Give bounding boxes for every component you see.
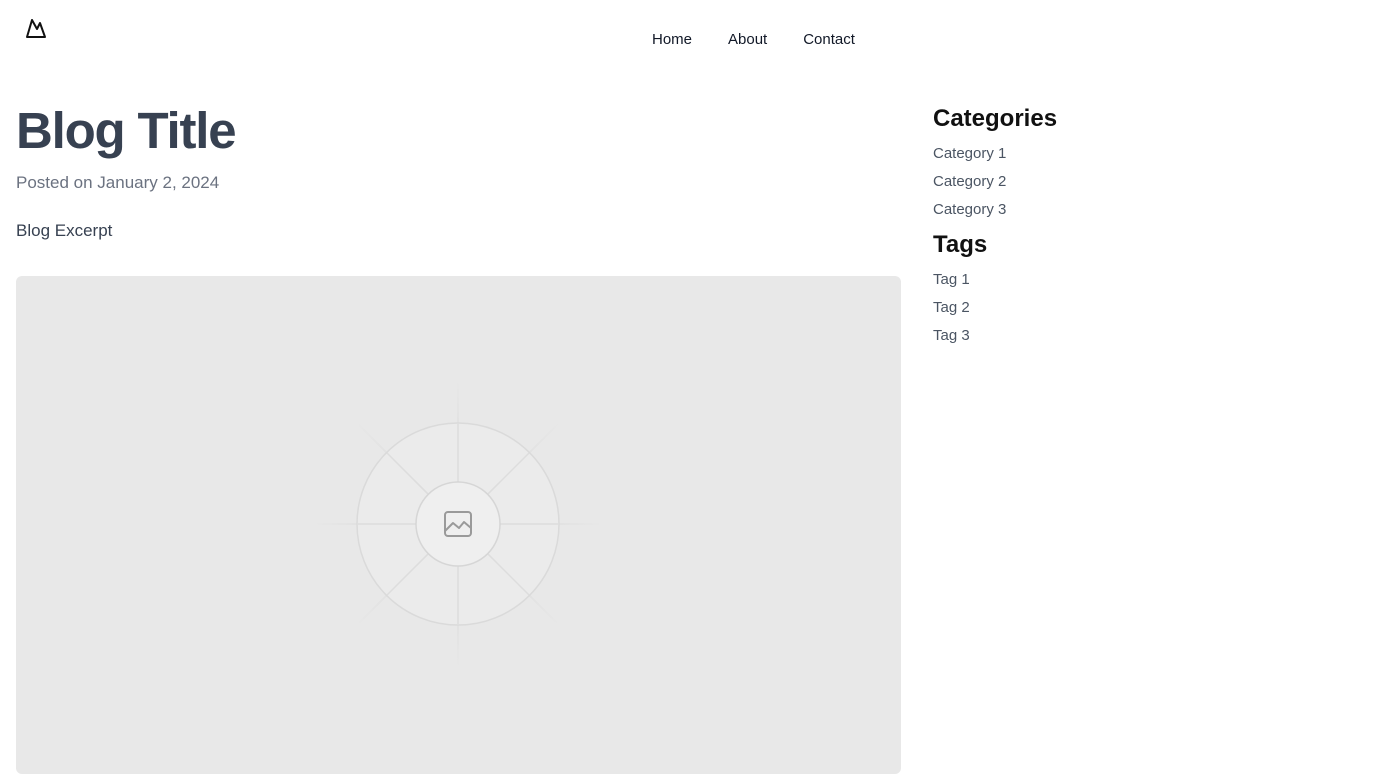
list-item: Tag 2 <box>933 294 1233 322</box>
category-2-link[interactable]: Category 2 <box>933 173 1006 190</box>
blog-title: Blog Title <box>16 102 237 159</box>
featured-image-placeholder <box>16 276 901 774</box>
list-item: Tag 3 <box>933 322 1233 350</box>
list-item: Category 3 <box>933 196 1233 224</box>
list-item: Tag 1 <box>933 266 1233 294</box>
nav-contact-link[interactable]: Contact <box>803 30 855 50</box>
mountain-logo-icon[interactable] <box>24 17 48 39</box>
category-3-link[interactable]: Category 3 <box>933 201 1006 218</box>
nav-home-link[interactable]: Home <box>652 30 692 50</box>
categories-list: Category 1 Category 2 Category 3 <box>933 140 1233 224</box>
sidebar: Categories Category 1 Category 2 Categor… <box>933 104 1233 350</box>
main-nav: Home About Contact <box>652 30 855 50</box>
tags-heading: Tags <box>933 231 988 258</box>
tag-3-link[interactable]: Tag 3 <box>933 327 970 344</box>
list-item: Category 2 <box>933 168 1233 196</box>
tags-list: Tag 1 Tag 2 Tag 3 <box>933 266 1233 350</box>
post-date: Posted on January 2, 2024 <box>16 173 220 192</box>
tag-2-link[interactable]: Tag 2 <box>933 299 970 316</box>
tag-1-link[interactable]: Tag 1 <box>933 271 970 288</box>
category-1-link[interactable]: Category 1 <box>933 145 1006 162</box>
blog-post: Blog Title Posted on January 2, 2024 Blo… <box>16 100 901 774</box>
list-item: Category 1 <box>933 140 1233 168</box>
page: Home About Contact Blog Title Posted on … <box>0 0 1376 774</box>
nav-about-link[interactable]: About <box>728 30 767 50</box>
categories-heading: Categories <box>933 105 1058 132</box>
blog-excerpt: Blog Excerpt <box>16 221 113 240</box>
